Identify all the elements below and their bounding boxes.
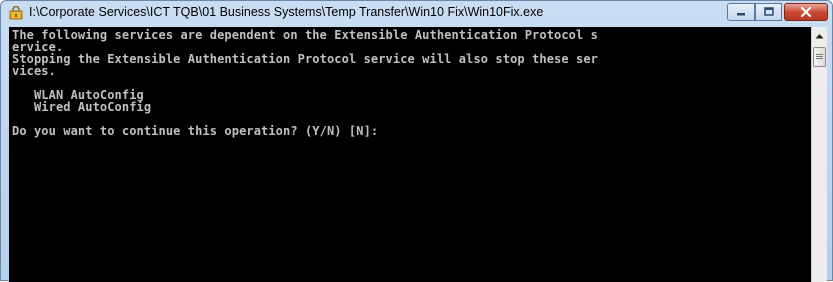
scroll-up-button[interactable]: [812, 27, 827, 44]
console-output-area[interactable]: The following services are dependent on …: [9, 27, 811, 282]
window-title: I:\Corporate Services\ICT TQB\01 Busines…: [29, 5, 544, 19]
grip-icon: [816, 54, 823, 60]
maximize-icon: [763, 7, 774, 16]
app-icon: [9, 6, 23, 20]
scrollbar-thumb[interactable]: [813, 47, 826, 67]
console-output-text: The following services are dependent on …: [12, 28, 598, 138]
console-window: I:\Corporate Services\ICT TQB\01 Busines…: [0, 0, 833, 282]
maximize-button[interactable]: [755, 3, 782, 21]
close-icon: [800, 6, 812, 18]
title-bar[interactable]: I:\Corporate Services\ICT TQB\01 Busines…: [1, 1, 832, 27]
arrow-up-icon: [815, 33, 824, 38]
vertical-scrollbar[interactable]: [811, 27, 827, 282]
minimize-button[interactable]: [727, 3, 755, 21]
close-button[interactable]: [784, 3, 828, 21]
minimize-icon: [737, 13, 745, 16]
